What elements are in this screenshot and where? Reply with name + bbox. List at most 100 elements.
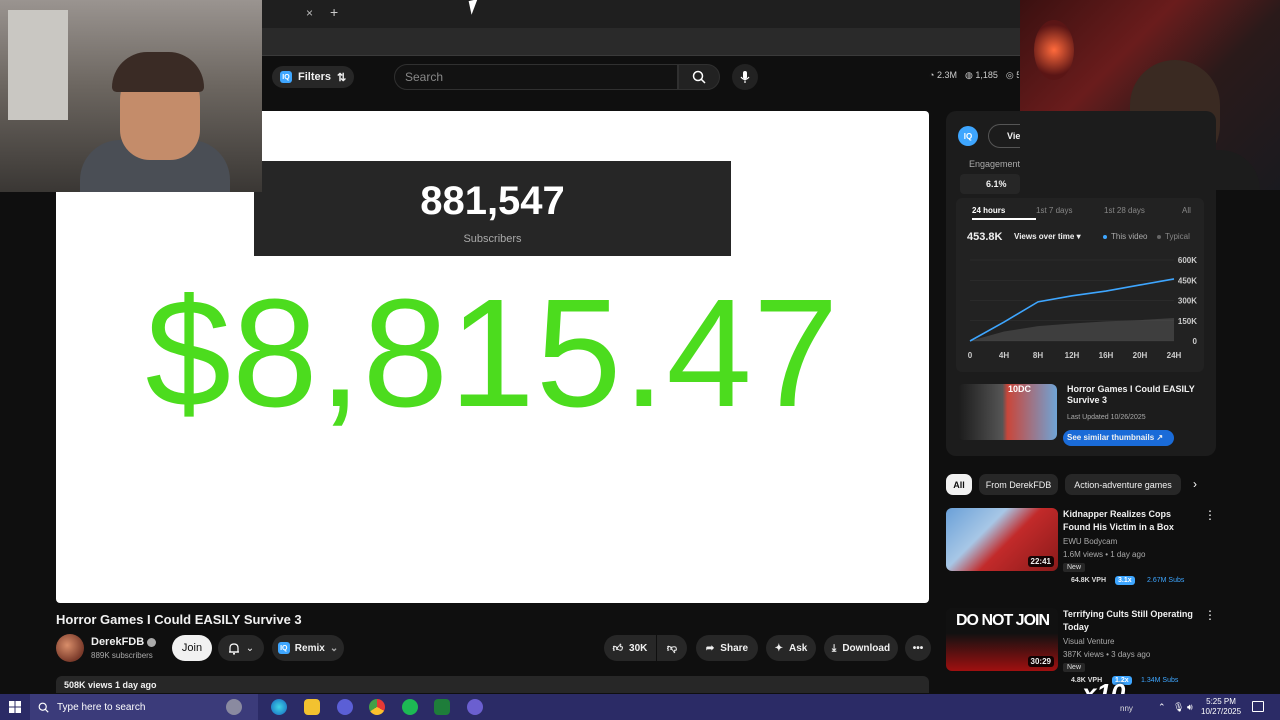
related-title[interactable]: Kidnapper Realizes Cops Found His Victim… [1063,508,1199,534]
thumbnail-text: DO NOT JOIN [956,612,1050,629]
thumbnail-text: 10DC [1008,384,1032,394]
windows-icon [9,701,21,713]
app-v-icon[interactable] [337,699,353,715]
sparkle-icon: ✦ [774,642,784,654]
channel-avatar[interactable] [56,634,84,662]
system-clock[interactable]: 5:25 PM 10/27/2025 [1201,697,1241,717]
multiplier-badge: 3.1x [1115,576,1135,585]
voice-search-button[interactable] [732,64,758,90]
chip-all[interactable]: All [946,474,972,495]
like-button[interactable]: 👍︎ 30K [604,635,656,661]
eye-icon: ◎ [1005,70,1014,80]
external-link-icon: ↗ [1156,433,1164,442]
views-chart: 600K 450K 300K 150K 0 0 4H 8H 12H 16H 20H 24H [968,256,1198,360]
related-meta: 387K views • 3 days ago [1063,650,1151,659]
iq-icon: IQ [280,71,292,83]
chevron-down-icon: ⌄ [329,642,339,654]
chevron-down-icon: ▾ [1076,232,1081,241]
channel-name[interactable]: DerekFDB [91,636,157,648]
tab-24-hours[interactable]: 24 hours [972,206,1036,220]
legend-dot [1157,234,1161,239]
video-title: Horror Games I Could EASILY Survive 3 [56,612,302,627]
x-tick-label: 16H [1099,351,1114,360]
webcam-left [0,0,262,192]
globe-icon: ◍ [964,70,973,80]
tab-first-7-days[interactable]: 1st 7 days [1036,206,1104,220]
remix-button[interactable]: IQ Remix ⌄ [272,635,344,661]
duration-badge: 30:29 [1027,656,1054,667]
search-icon [38,702,49,713]
screen: × + IQ Filters ⇅ ◔ 2.3M ◍ 1,185 ◎ 5( 881… [0,0,1280,720]
view-button[interactable]: View [988,124,1020,148]
search-button[interactable] [678,64,720,90]
more-vertical-icon[interactable]: ⋮ [1204,508,1216,522]
cat-app-icon[interactable] [226,699,242,715]
folder-icon[interactable] [304,699,320,715]
tray-chevron-icon[interactable]: ⌃ [1158,702,1168,712]
related-thumbnail[interactable]: 22:41 [946,508,1058,571]
chevron-down-icon: ⌄ [245,642,255,654]
more-vertical-icon[interactable]: ⋮ [1204,608,1216,622]
new-tab-icon[interactable]: + [330,4,338,20]
discord-icon[interactable] [467,699,483,715]
x-tick-label: 8H [1033,351,1043,360]
ask-button[interactable]: ✦ Ask [766,635,816,661]
money-amount: $8,815.47 [145,267,840,439]
remix-icon: IQ [277,642,290,654]
search-input[interactable] [405,70,677,84]
ask-label: Ask [789,642,808,654]
bell-icon [228,642,239,655]
chip-from-channel[interactable]: From DerekFDB [979,474,1058,495]
chevron-right-icon[interactable]: › [1193,477,1197,491]
share-icon: ➦ [705,642,715,654]
metric-dropdown[interactable]: Views over time ▾ [1014,232,1081,241]
share-label: Share [720,642,749,654]
download-button[interactable]: ⤓ Download [824,635,898,661]
search-icon [692,70,706,84]
dislike-button[interactable]: 👎︎ [657,635,687,661]
notifications-icon[interactable] [1252,701,1264,712]
new-badge: New [1063,563,1086,572]
y-tick-label: 150K [1178,317,1197,326]
volume-icon[interactable]: 🔊︎ [1187,702,1197,712]
chip-category[interactable]: Action-adventure games [1065,474,1181,495]
tab-first-28-days[interactable]: 1st 28 days [1104,206,1182,220]
download-label: Download [842,642,891,654]
similar-thumbnails-button[interactable]: See similar thumbnails ↗ [1063,430,1174,446]
tab-close-icon[interactable]: × [306,6,313,20]
time-tabs: 24 hours 1st 7 days 1st 28 days All [972,206,1191,220]
more-actions-button[interactable]: ••• [905,635,931,661]
iq-panel-icon[interactable]: IQ [958,126,978,146]
notification-button[interactable]: ⌄ [218,635,264,661]
duration-badge: 22:41 [1027,556,1054,567]
filters-button[interactable]: IQ Filters ⇅ [272,66,355,88]
vph-stat: 64.8K VPH [1071,577,1107,584]
microphone-icon[interactable]: 🎙︎ [1173,702,1184,712]
join-button[interactable]: Join [172,635,212,661]
subscriber-counter: 881,547 Subscribers [254,161,731,256]
filters-label: Filters [298,71,332,83]
subscriber-label: Subscribers [463,233,522,245]
share-button[interactable]: ➦ Share [696,635,758,661]
related-channel[interactable]: Visual Venture [1063,637,1114,646]
x-tick-label: 20H [1133,351,1148,360]
search-box[interactable] [394,64,678,90]
x-tick-label: 24H [1167,351,1182,360]
spotify-icon[interactable] [402,699,418,715]
excel-icon[interactable] [434,699,450,715]
related-thumbnail[interactable]: DO NOT JOIN 30:29 [946,608,1058,671]
taskbar: Type here to search [0,694,1280,720]
channel-subscribers: 889K subscribers [91,651,153,660]
related-meta: 1.6M views • 1 day ago [1063,550,1146,559]
taskbar-search[interactable]: Type here to search [30,694,258,720]
new-badge: New [1063,663,1086,672]
chrome-icon[interactable] [369,699,385,715]
address-bar[interactable] [262,28,1020,56]
related-title[interactable]: Terrifying Cults Still Operating Today [1063,608,1199,634]
legend-dot [1103,234,1107,239]
start-button[interactable] [0,694,30,720]
tab-all[interactable]: All [1182,206,1191,220]
edge-icon[interactable] [271,699,287,715]
related-channel[interactable]: EWU Bodycam [1063,537,1117,546]
channel-stats: ◔ 2.3M ◍ 1,185 ◎ 5( [929,70,1019,81]
